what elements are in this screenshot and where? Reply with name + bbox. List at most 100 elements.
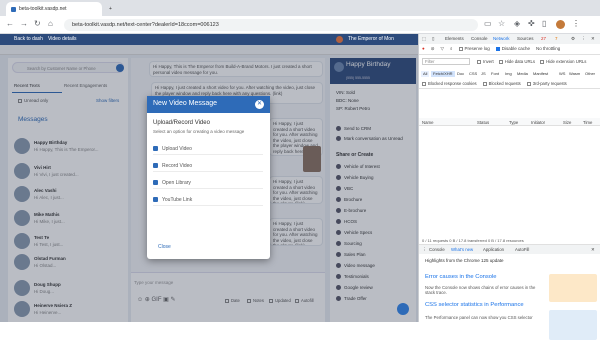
blocked-requests-checkbox[interactable]: Blocked requests [482,81,521,86]
new-video-modal: New Video Message ✕ Upload/Record Video … [147,96,270,259]
chat-help-icon[interactable] [397,303,409,315]
user-avatar[interactable] [336,36,343,43]
devtools-tab-bar: ⬚ ▯ Elements Console Network Sources 27 … [419,34,600,44]
column-name[interactable]: Name [422,120,433,125]
bookmark-star-icon[interactable]: ☆ [498,20,505,28]
news-title[interactable]: Error causes in the Console [425,274,497,280]
browser-menu-icon[interactable]: ⋮ [572,20,580,28]
hide-extension-urls-checkbox[interactable]: Hide extension URLs [540,59,586,64]
address-toolbar: ← → ↻ ⌂ beta-toolkit.vasdp.net/text-cent… [0,16,600,34]
third-party-label: 3rd-party requests [532,81,567,86]
url-field[interactable]: beta-toolkit.vasdp.net/text-center?deale… [64,19,478,31]
open-library-option[interactable]: Open Library [153,177,263,189]
back-icon[interactable]: ← [6,20,14,28]
type-chip[interactable]: All [421,71,430,77]
blocked-requests-label: Blocked requests [488,81,521,86]
invert-checkbox[interactable]: Invert [477,59,494,64]
search-icon[interactable]: ⌕ [450,46,453,52]
close-button[interactable]: Close [158,244,171,250]
option-label: Record Video [162,162,193,169]
youtube-link-option[interactable]: YouTube Link [153,194,263,206]
type-chip[interactable]: Other [583,71,597,77]
upload-video-option[interactable]: Upload Video [153,143,263,155]
browser-tab-active[interactable]: beta-toolkit.vasdp.net [6,2,102,16]
type-chip[interactable]: Wasm [567,71,582,77]
inspect-icon[interactable]: ⬚ [422,36,426,42]
gear-icon[interactable]: ⚙ [571,36,575,42]
tab-title: beta-toolkit.vasdp.net [19,6,67,12]
tab-network[interactable]: Network [493,36,510,41]
devtools-panel: ⬚ ▯ Elements Console Network Sources 27 … [418,34,600,340]
more-icon[interactable]: ⋮ [581,36,586,42]
profile-avatar[interactable] [556,20,565,29]
third-party-checkbox[interactable]: 3rd-party requests [526,81,567,86]
tab-console[interactable]: Console [471,36,488,41]
news-title[interactable]: CSS selector statistics in Performance [425,302,524,308]
preserve-log-checkbox[interactable]: Preserve log [458,46,490,52]
tab-sources[interactable]: Sources [517,36,534,41]
type-chip[interactable]: Fetch/XHR [431,71,455,77]
drawer-tab-autofill[interactable]: AutoFill [515,247,529,252]
type-chip[interactable]: Img [503,71,514,77]
column-status[interactable]: Status [477,120,489,125]
hide-extension-urls-label: Hide extension URLs [546,59,587,64]
blocked-cookies-checkbox[interactable]: Blocked response cookies [422,81,477,86]
news-thumbnail [549,274,597,302]
option-label: YouTube Link [162,196,193,203]
video-details-link[interactable]: Video details [48,36,77,42]
filter-options: Invert Hide data URLs Hide extension URL… [477,59,586,64]
network-toolbar: ● ⊘ ▽ ⌕ Preserve log Disable cache No th… [422,46,560,52]
throttling-select[interactable]: No throttling [536,46,560,52]
warnings-count[interactable]: 7 [555,36,558,41]
drawer-tab-console[interactable]: Console [429,247,445,252]
type-chip[interactable]: Manifest [531,71,550,77]
drawer-tab-application[interactable]: Application [483,247,504,252]
type-chip[interactable]: Font [489,71,501,77]
news-thumbnail [549,310,597,340]
disable-cache-checkbox[interactable]: Disable cache [495,46,530,52]
new-tab-button[interactable]: + [104,2,124,16]
column-time[interactable]: Time [583,120,592,125]
close-icon[interactable]: ✕ [255,100,264,109]
type-chip[interactable]: Media [515,71,530,77]
column-type[interactable]: Type [509,120,518,125]
user-name[interactable]: The Emperor of Mon [348,36,394,42]
sidebar-icon[interactable]: ▯ [542,20,546,28]
column-size[interactable]: Size [563,120,571,125]
library-icon [153,180,158,185]
drawer-menu-icon[interactable]: ⋮ [422,247,426,253]
close-icon[interactable]: ✕ [591,247,595,253]
extension-icon[interactable]: ◈ [514,20,520,28]
clear-icon[interactable]: ⊘ [431,46,435,52]
puzzle-icon[interactable]: ✜ [528,20,535,28]
modal-subtitle: Upload/Record Video [153,120,210,126]
filter-icon[interactable]: ▽ [441,46,444,52]
drawer-tab-whats-new[interactable]: What's new [451,247,473,252]
preserve-log-label: Preserve log [464,46,490,51]
forward-icon[interactable]: → [20,20,28,28]
filter-input[interactable]: Filter [422,58,470,65]
news-body: Now the Console now shows chains of erro… [425,285,536,295]
hide-data-urls-checkbox[interactable]: Hide data URLs [498,59,535,64]
type-chip[interactable]: CSS [467,71,479,77]
type-chip[interactable]: JS [479,71,488,77]
network-table-header: Name Status Type Initiator Size Time [419,118,600,126]
back-to-dash-link[interactable]: Back to dash [14,36,43,42]
record-icon[interactable]: ● [422,46,425,52]
column-initiator[interactable]: Initiator [531,120,545,125]
issues-count[interactable]: 27 [541,36,546,41]
tab-favicon-icon [11,6,16,12]
tab-elements[interactable]: Elements [445,36,464,41]
modal-prompt: Select an option for creating a video me… [153,129,245,134]
reload-icon[interactable]: ↻ [34,20,41,28]
youtube-icon [153,197,158,202]
type-chip[interactable]: WS [557,71,567,77]
home-icon[interactable]: ⌂ [48,20,53,28]
close-icon[interactable]: ✕ [591,36,595,42]
news-body: The Performance panel can now show you C… [425,315,533,320]
record-video-option[interactable]: Record Video [153,160,263,172]
device-icon[interactable]: ▯ [432,36,434,42]
type-chip[interactable]: Doc [455,71,466,77]
divider [419,54,600,55]
screencast-icon[interactable]: ▭ [484,20,492,28]
